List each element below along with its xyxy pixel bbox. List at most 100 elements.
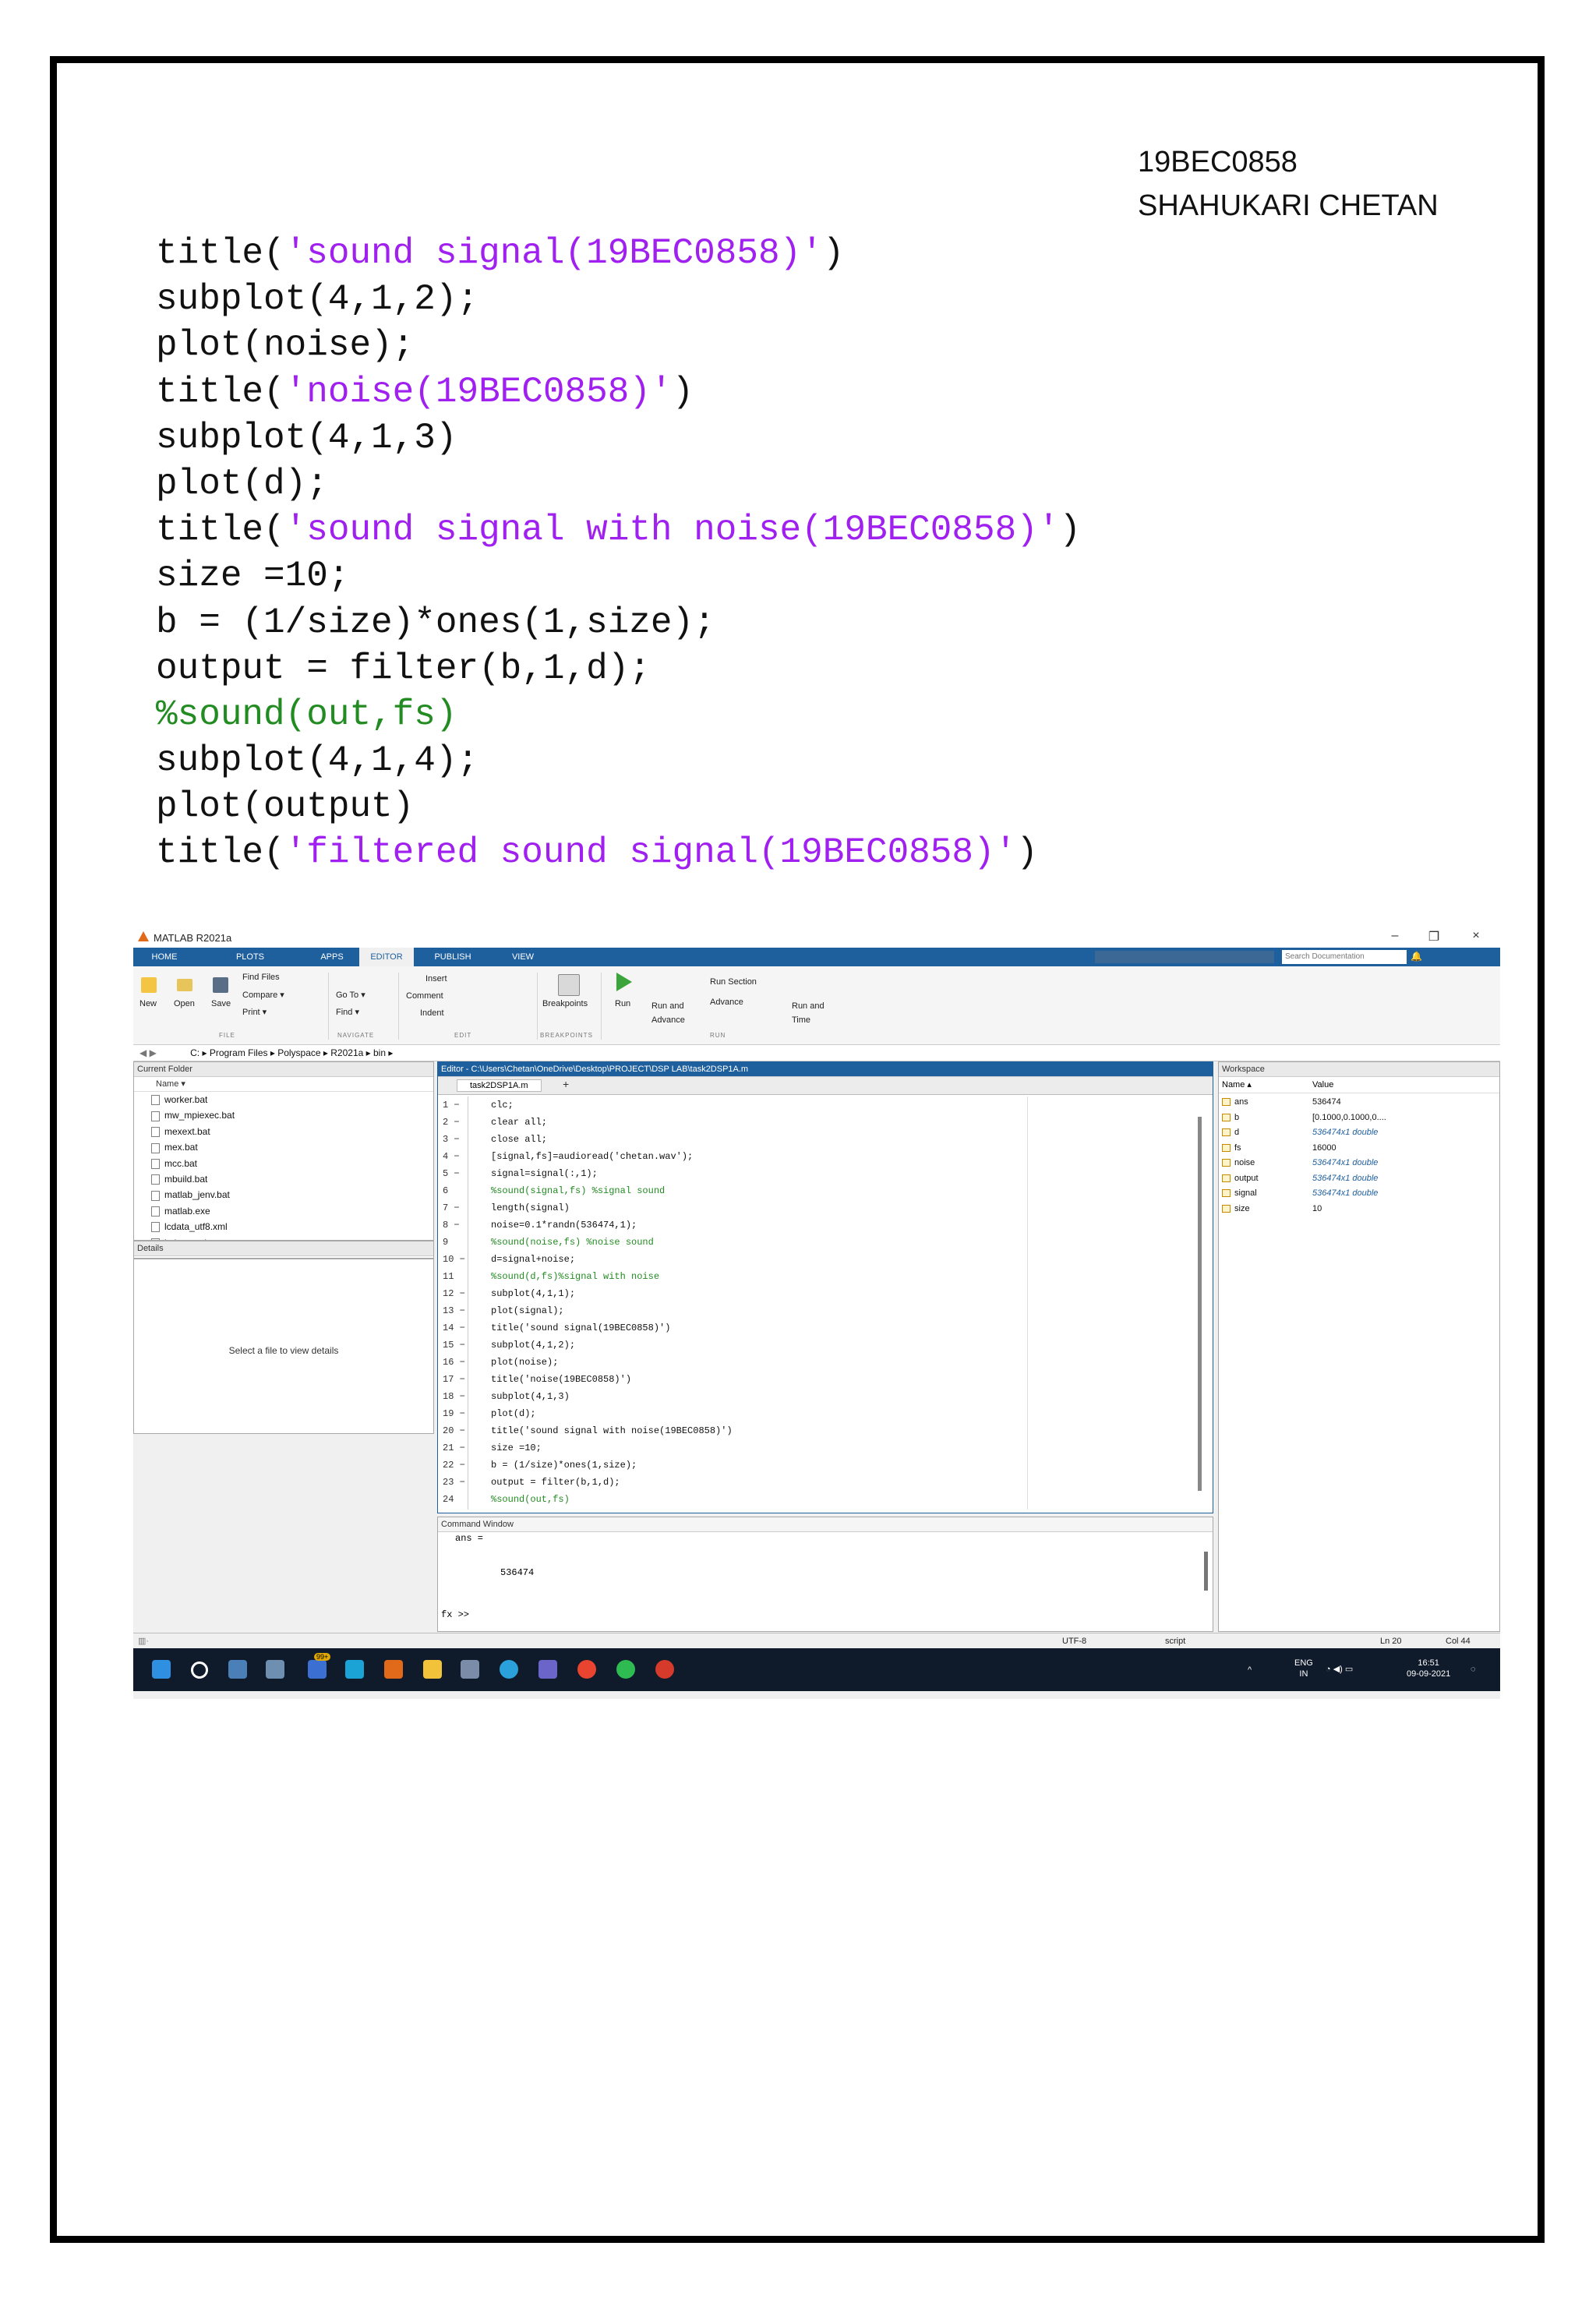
teams-app-icon[interactable] (538, 1660, 557, 1679)
minimize-button[interactable]: – (1383, 929, 1407, 943)
editor-line[interactable]: 6 %sound(signal,fs) %signal sound (443, 1182, 1191, 1199)
find-button[interactable]: Find ▾ (336, 1007, 359, 1017)
tab-publish[interactable]: PUBLISH (418, 948, 488, 966)
run-and-advance-button[interactable]: Run and Advance (651, 999, 690, 1027)
editor-line[interactable]: 23 − output = filter(b,1,d); (443, 1474, 1191, 1491)
editor-line[interactable]: 14 − title('sound signal(19BEC0858)') (443, 1319, 1191, 1337)
wifi-volume-battery-icon[interactable]: ◔ ◀) ▭ (1326, 1664, 1353, 1675)
task-view-icon[interactable] (228, 1660, 247, 1679)
workspace-variable[interactable]: fs 16000 (1219, 1141, 1499, 1157)
breakpoints-button[interactable]: Breakpoints (542, 999, 588, 1008)
whatsapp-icon[interactable] (616, 1660, 635, 1679)
open-button[interactable]: Open (174, 999, 195, 1008)
current-path[interactable]: C: ▸ Program Files ▸ Polyspace ▸ R2021a … (190, 1047, 393, 1058)
windows-start-icon[interactable] (152, 1660, 171, 1679)
file-list-item[interactable]: mex.bat (151, 1139, 433, 1155)
editor-line[interactable]: 21 − size =10; (443, 1439, 1191, 1457)
tab-plots[interactable]: PLOTS (227, 948, 274, 966)
address-bar[interactable]: ◀ ▶ C: ▸ Program Files ▸ Polyspace ▸ R20… (133, 1045, 1500, 1061)
media-app-icon[interactable] (655, 1660, 674, 1679)
editor-line[interactable]: 2 − clear all; (443, 1114, 1191, 1131)
photos-icon[interactable] (266, 1660, 284, 1679)
tab-apps[interactable]: APPS (312, 948, 351, 966)
editor-line[interactable]: 11 %sound(d,fs)%signal with noise (443, 1268, 1191, 1285)
comment-button[interactable]: Comment (406, 991, 443, 1001)
language-indicator[interactable]: ENG IN (1294, 1658, 1313, 1679)
editor-code[interactable]: 1 − clc; 2 − clear all; 3 − close all; 4 − [sig… (443, 1096, 1191, 1508)
go-to-button[interactable]: Go To ▾ (336, 990, 365, 1000)
editor-line[interactable]: 20 − title('sound signal with noise(19BEC… (443, 1422, 1191, 1439)
search-icon[interactable] (191, 1662, 208, 1679)
name-column-header[interactable]: Name ▾ (134, 1077, 433, 1092)
settings-icon[interactable] (461, 1660, 479, 1679)
telegram-icon[interactable] (500, 1660, 518, 1679)
navigation-arrows-icon[interactable]: ◀ ▶ (139, 1047, 157, 1058)
editor-line[interactable]: 5 − signal=signal(:,1); (443, 1165, 1191, 1182)
tab-view[interactable]: VIEW (492, 948, 554, 966)
editor-line[interactable]: 18 − subplot(4,1,3) (443, 1388, 1191, 1405)
file-list-item[interactable]: lcdata_utf8.xml (151, 1219, 433, 1234)
editor-line[interactable]: 12 − subplot(4,1,1); (443, 1285, 1191, 1302)
tab-editor[interactable]: EDITOR (359, 948, 414, 966)
file-list-item[interactable]: mexext.bat (151, 1124, 433, 1139)
file-list-item[interactable]: lcdata.xsd (151, 1235, 433, 1240)
notifications-icon[interactable]: ◌ (1471, 1664, 1476, 1675)
editor-line[interactable]: 22 − b = (1/size)*ones(1,size); (443, 1457, 1191, 1474)
bell-icon[interactable]: 🔔 (1411, 951, 1422, 962)
editor-line[interactable]: 16 − plot(noise); (443, 1354, 1191, 1371)
editor-line[interactable]: 4 − [signal,fs]=audioread('chetan.wav'); (443, 1148, 1191, 1165)
indent-button[interactable]: Indent (420, 1008, 444, 1018)
tab-task2dsp1a[interactable]: task2DSP1A.m (457, 1079, 542, 1092)
workspace-name-column[interactable]: Name ▴ (1222, 1077, 1252, 1093)
editor-line[interactable]: 13 − plot(signal); (443, 1302, 1191, 1319)
chrome-icon[interactable] (577, 1660, 596, 1679)
editor-line[interactable]: 7 − length(signal) (443, 1199, 1191, 1217)
workspace-variable[interactable]: b [0.1000,0.1000,0.... (1219, 1111, 1499, 1126)
matlab-taskbar-icon[interactable] (384, 1660, 403, 1679)
file-list-item[interactable]: matlab.exe (151, 1203, 433, 1219)
run-section-button[interactable]: Run Section (710, 977, 757, 987)
save-button[interactable]: Save (211, 999, 231, 1008)
workspace-variable[interactable]: size 10 (1219, 1202, 1499, 1217)
insert-button[interactable]: Insert (425, 974, 447, 983)
editor-line[interactable]: 3 − close all; (443, 1131, 1191, 1148)
search-documentation-input[interactable]: Search Documentation (1282, 950, 1407, 964)
command-scrollbar[interactable] (1204, 1552, 1208, 1591)
new-button[interactable]: New (139, 999, 157, 1008)
quick-access-toolbar[interactable] (1095, 951, 1274, 963)
editor-line[interactable]: 9 %sound(noise,fs) %noise sound (443, 1234, 1191, 1251)
file-list-item[interactable]: matlab_jenv.bat (151, 1187, 433, 1202)
advance-button[interactable]: Advance (710, 998, 743, 1007)
file-list-item[interactable]: mcc.bat (151, 1156, 433, 1171)
editor-line[interactable]: 17 − title('noise(19BEC0858)') (443, 1371, 1191, 1388)
workspace-variable[interactable]: signal 536474x1 double (1219, 1186, 1499, 1202)
command-prompt[interactable]: fx >> (441, 1609, 469, 1620)
file-list-item[interactable]: mbuild.bat (151, 1171, 433, 1187)
editor-line[interactable]: 1 − clc; (443, 1096, 1191, 1114)
find-files-button[interactable]: Find Files (242, 973, 280, 982)
workspace-variable[interactable]: d 536474x1 double (1219, 1125, 1499, 1141)
editor-line[interactable]: 15 − subplot(4,1,2); (443, 1337, 1191, 1354)
workspace-variable[interactable]: noise 536474x1 double (1219, 1156, 1499, 1171)
workspace-variable[interactable]: ans 536474 (1219, 1095, 1499, 1111)
workspace-variable[interactable]: output 536474x1 double (1219, 1171, 1499, 1187)
editor-scrollbar[interactable] (1198, 1117, 1202, 1491)
file-explorer-icon[interactable] (423, 1660, 442, 1679)
compare-button[interactable]: Compare ▾ (242, 990, 284, 1000)
teams-icon[interactable] (345, 1660, 364, 1679)
run-button[interactable]: Run (615, 999, 630, 1008)
new-tab-plus-icon[interactable]: + (563, 1078, 569, 1090)
file-list-item[interactable]: mw_mpiexec.bat (151, 1107, 433, 1123)
editor-line[interactable]: 10 − d=signal+noise; (443, 1251, 1191, 1268)
tray-arrow-icon[interactable]: ^ (1248, 1665, 1252, 1676)
run-and-time-button[interactable]: Run and Time (792, 999, 831, 1027)
print-button[interactable]: Print ▾ (242, 1007, 267, 1017)
details-header[interactable]: Details (133, 1241, 434, 1259)
editor-line[interactable]: 8 − noise=0.1*randn(536474,1); (443, 1217, 1191, 1234)
store-icon[interactable] (308, 1660, 327, 1679)
editor-line[interactable]: 24 %sound(out,fs) (443, 1491, 1191, 1508)
file-list-item[interactable]: worker.bat (151, 1092, 433, 1107)
tab-home[interactable]: HOME (141, 948, 188, 966)
restore-button[interactable]: ❐ (1422, 929, 1446, 945)
editor-line[interactable]: 19 − plot(d); (443, 1405, 1191, 1422)
